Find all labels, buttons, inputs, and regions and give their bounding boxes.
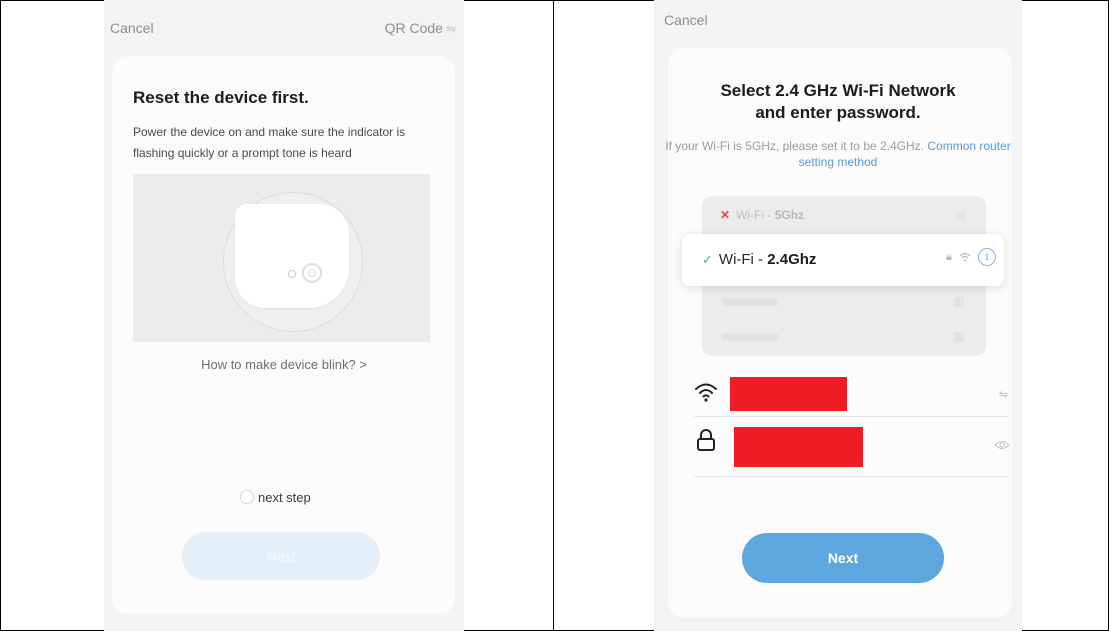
radio-icon	[240, 490, 254, 504]
lock-icon	[956, 211, 966, 221]
cancel-button[interactable]: Cancel	[664, 12, 708, 28]
network-prefix: Wi-Fi -	[718, 251, 768, 268]
indicator-light	[288, 270, 296, 278]
network-item-5ghz[interactable]: ✕ Wi-Fi - 5Ghz	[720, 208, 804, 222]
network-band: 5Ghz	[774, 208, 805, 222]
wifi-icon	[695, 383, 717, 402]
title-line-1: Select 2.4 GHz Wi-Fi Network	[720, 81, 956, 100]
hint-text: If your Wi-Fi is 5GHz, please set it to …	[665, 139, 925, 153]
cancel-button[interactable]: Cancel	[110, 20, 154, 36]
wifi-icon	[959, 252, 971, 262]
qr-code-label: QR Code	[384, 20, 443, 36]
device-body	[235, 204, 349, 308]
field-divider	[694, 476, 1008, 477]
next-button-disabled[interactable]: Next	[182, 532, 380, 580]
field-divider	[694, 416, 1008, 417]
placeholder-network-icon	[954, 297, 964, 307]
network-item-selected[interactable]: ✓ Wi-Fi - 2.4Ghz 🔒︎ i	[682, 234, 1004, 286]
redacted-password[interactable]	[734, 427, 863, 467]
next-step-checkbox[interactable]: next step	[240, 490, 311, 505]
lock-icon: 🔒︎	[946, 250, 952, 263]
qr-code-icon: ⇋	[445, 22, 456, 36]
wifi-setup-screen: Cancel Select 2.4 GHz Wi-Fi Network and …	[654, 0, 1022, 631]
check-icon: ✓	[702, 252, 713, 267]
center-divider	[553, 0, 554, 631]
top-bar: Cancel QR Code ⇋	[110, 20, 456, 40]
instruction-text: Power the device on and make sure the in…	[133, 125, 406, 160]
qr-code-button[interactable]: QR Code ⇋	[385, 20, 456, 36]
eye-icon[interactable]	[994, 440, 1010, 450]
next-step-label: next step	[258, 490, 311, 505]
network-band: 2.4Ghz	[767, 251, 817, 268]
next-button[interactable]: Next	[742, 533, 944, 583]
reset-button-graphic	[302, 263, 322, 283]
page-title: Select 2.4 GHz Wi-Fi Network and enter p…	[654, 80, 1022, 124]
selected-network-label: ✓ Wi-Fi - 2.4Ghz	[702, 251, 816, 268]
redacted-network-name[interactable]	[730, 377, 847, 411]
lock-icon	[697, 429, 715, 451]
wifi-hint: If your Wi-Fi is 5GHz, please set it to …	[654, 138, 1022, 170]
network-prefix: Wi-Fi -	[736, 208, 775, 222]
placeholder-network-bar	[722, 298, 778, 306]
network-status-icons: 🔒︎ i	[946, 248, 996, 266]
info-icon[interactable]: i	[978, 248, 996, 266]
reset-device-screen: Cancel QR Code ⇋ Reset the device first. …	[104, 0, 464, 631]
how-to-blink-link[interactable]: How to make device blink? >	[104, 357, 464, 372]
placeholder-network-bar	[722, 333, 778, 341]
page-title: Reset the device first.	[133, 88, 309, 107]
title-line-2: and enter password.	[755, 103, 921, 122]
device-illustration	[133, 174, 430, 342]
swap-icon[interactable]: ⇋	[999, 388, 1008, 401]
x-icon: ✕	[720, 208, 731, 222]
placeholder-network-icon	[954, 332, 964, 342]
